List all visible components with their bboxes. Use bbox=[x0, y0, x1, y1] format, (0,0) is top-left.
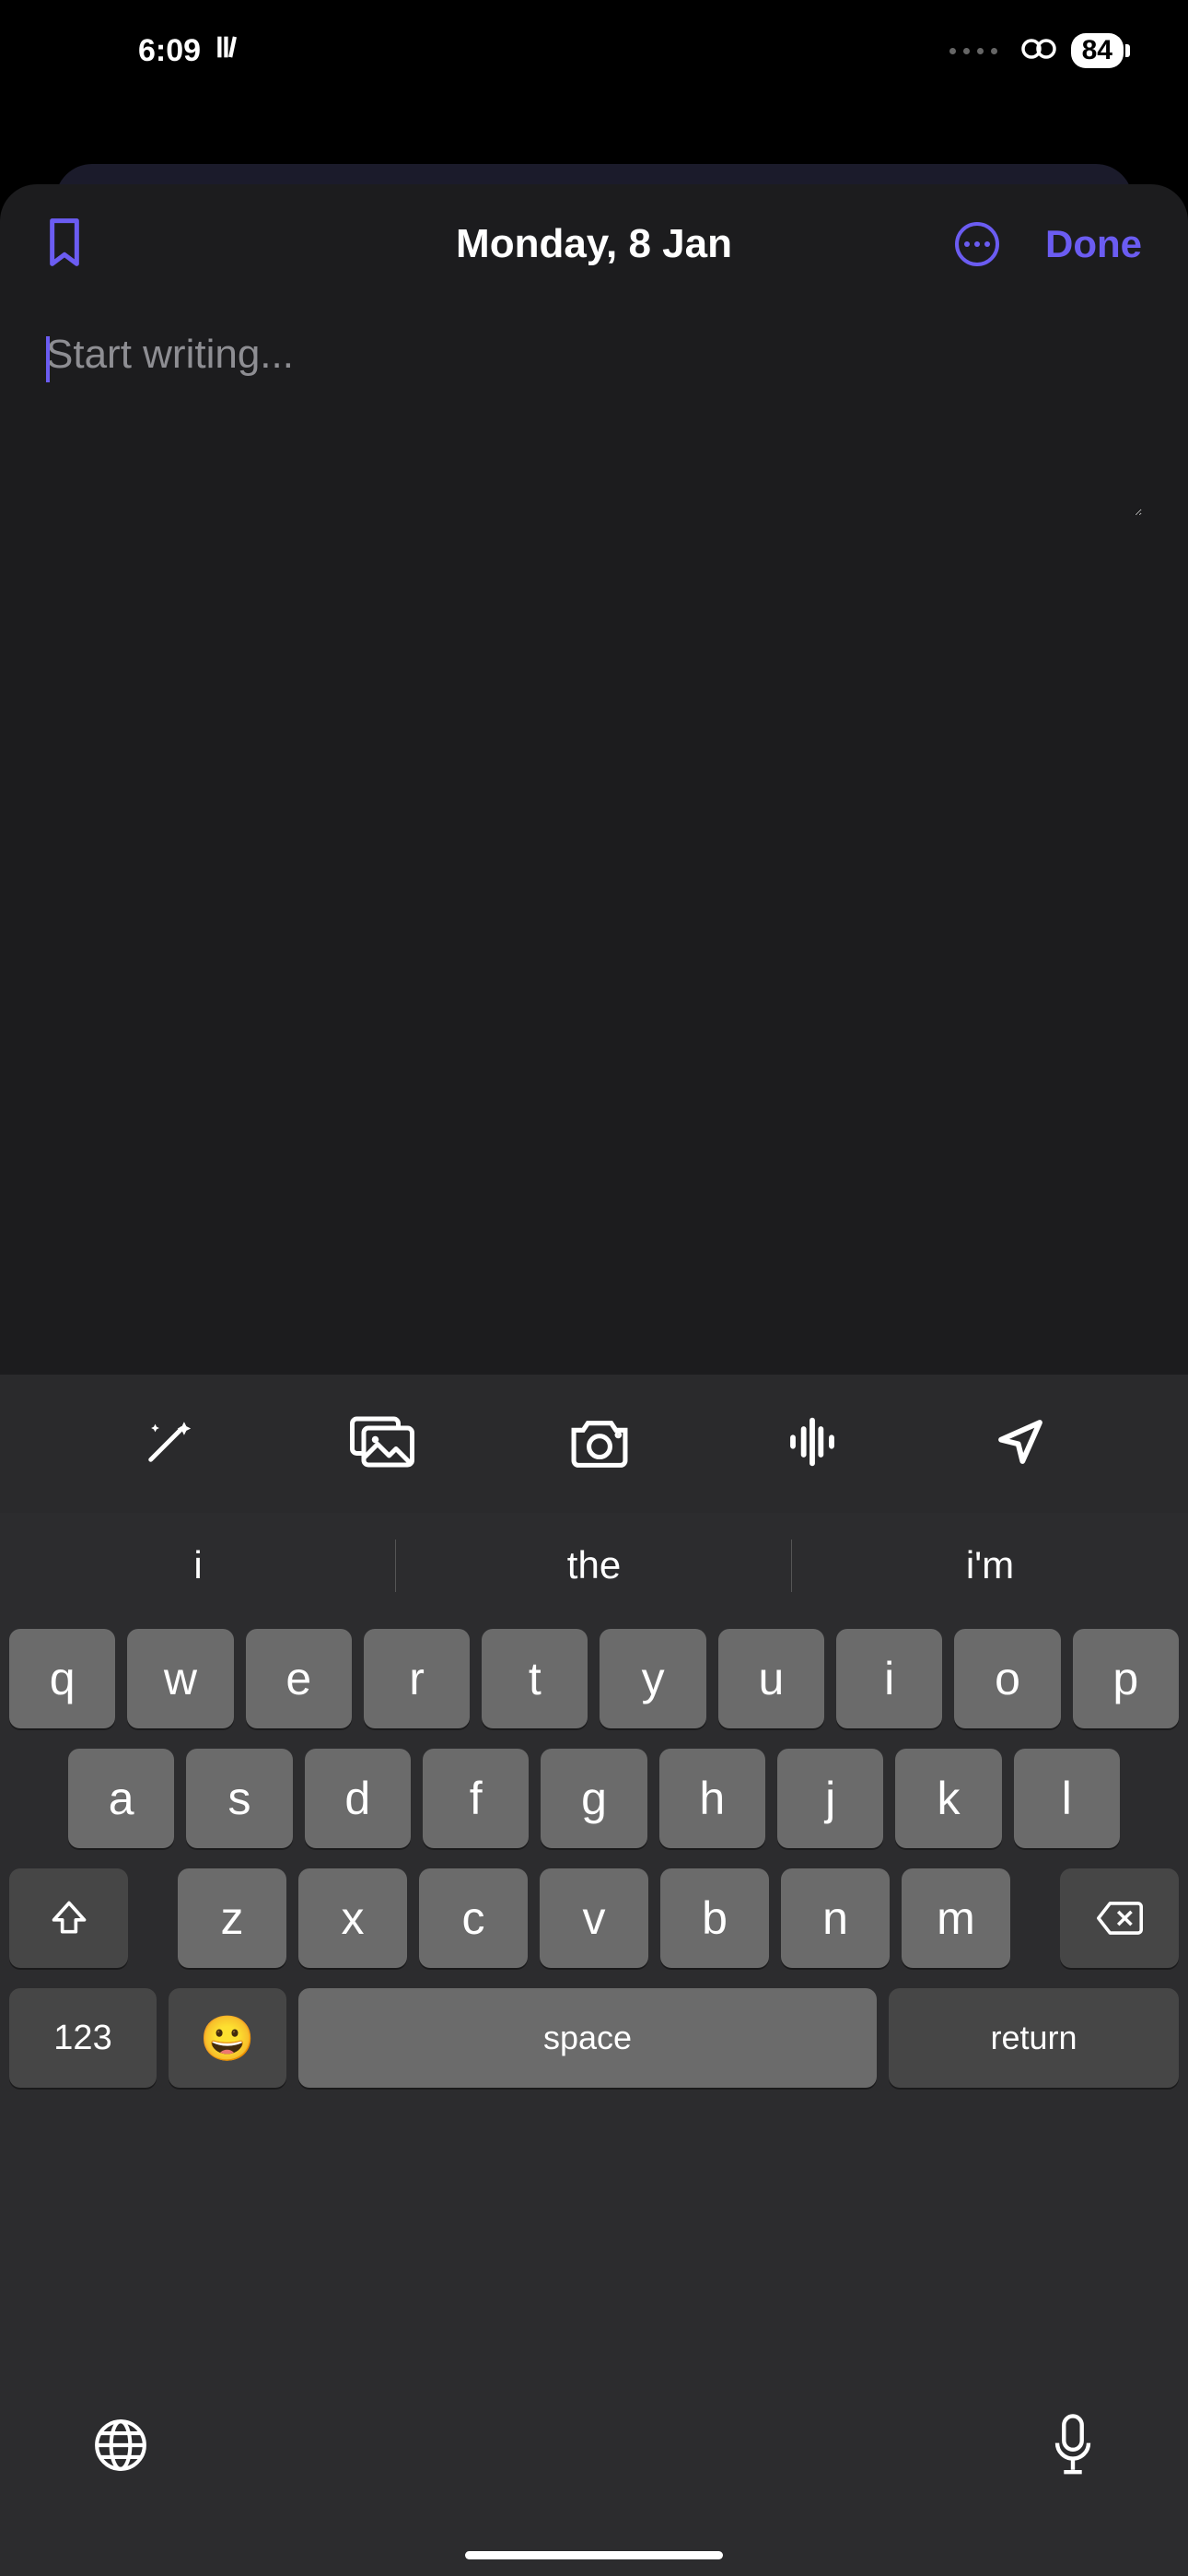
globe-icon[interactable] bbox=[92, 2417, 149, 2478]
key-i[interactable]: i bbox=[836, 1629, 942, 1728]
key-s[interactable]: s bbox=[186, 1749, 292, 1848]
key-g[interactable]: g bbox=[541, 1749, 646, 1848]
location-icon[interactable] bbox=[995, 1416, 1046, 1472]
key-j[interactable]: j bbox=[777, 1749, 883, 1848]
key-e[interactable]: e bbox=[246, 1629, 352, 1728]
suggestion-1[interactable]: i bbox=[0, 1513, 396, 1618]
battery-indicator: 84 bbox=[1071, 33, 1124, 68]
status-time: 6:09 bbox=[138, 33, 201, 69]
library-icon bbox=[214, 31, 245, 71]
key-n[interactable]: n bbox=[781, 1868, 890, 1968]
more-button[interactable] bbox=[955, 222, 999, 266]
suggestion-3[interactable]: i'm bbox=[792, 1513, 1188, 1618]
key-m[interactable]: m bbox=[902, 1868, 1010, 1968]
key-shift[interactable] bbox=[9, 1868, 128, 1968]
editor-toolbar bbox=[0, 1375, 1188, 1513]
key-y[interactable]: y bbox=[600, 1629, 705, 1728]
audio-wave-icon[interactable] bbox=[785, 1416, 840, 1472]
key-f[interactable]: f bbox=[423, 1749, 529, 1848]
key-k[interactable]: k bbox=[895, 1749, 1001, 1848]
editor-input[interactable] bbox=[46, 332, 1142, 516]
magic-icon[interactable] bbox=[142, 1415, 195, 1473]
key-x[interactable]: x bbox=[298, 1868, 407, 1968]
key-r[interactable]: r bbox=[364, 1629, 470, 1728]
page-title: Monday, 8 Jan bbox=[456, 221, 732, 267]
key-q[interactable]: q bbox=[9, 1629, 115, 1728]
key-emoji[interactable]: 😀 bbox=[169, 1988, 286, 2088]
link-icon bbox=[1019, 33, 1058, 69]
key-h[interactable]: h bbox=[659, 1749, 765, 1848]
keyboard: i the i'm q w e r t y u i o p a s d f g … bbox=[0, 1513, 1188, 2576]
pagination-dots-icon bbox=[949, 48, 997, 54]
gallery-icon[interactable] bbox=[350, 1415, 414, 1473]
key-v[interactable]: v bbox=[540, 1868, 648, 1968]
key-u[interactable]: u bbox=[718, 1629, 824, 1728]
status-bar: 6:09 84 bbox=[0, 0, 1188, 101]
key-numbers[interactable]: 123 bbox=[9, 1988, 157, 2088]
key-l[interactable]: l bbox=[1014, 1749, 1120, 1848]
key-o[interactable]: o bbox=[954, 1629, 1060, 1728]
done-button[interactable]: Done bbox=[1045, 222, 1142, 266]
nav-bar: Monday, 8 Jan Done bbox=[0, 184, 1188, 304]
key-z[interactable]: z bbox=[178, 1868, 286, 1968]
key-a[interactable]: a bbox=[68, 1749, 174, 1848]
key-return[interactable]: return bbox=[889, 1988, 1179, 2088]
suggestion-bar: i the i'm bbox=[0, 1513, 1188, 1618]
key-w[interactable]: w bbox=[127, 1629, 233, 1728]
mic-icon[interactable] bbox=[1050, 2414, 1096, 2481]
key-p[interactable]: p bbox=[1073, 1629, 1179, 1728]
camera-icon[interactable] bbox=[569, 1416, 630, 1472]
key-t[interactable]: t bbox=[482, 1629, 588, 1728]
key-b[interactable]: b bbox=[660, 1868, 769, 1968]
bookmark-icon[interactable] bbox=[46, 217, 83, 273]
key-c[interactable]: c bbox=[419, 1868, 528, 1968]
editor-area[interactable] bbox=[0, 304, 1188, 548]
key-backspace[interactable] bbox=[1060, 1868, 1179, 1968]
home-indicator[interactable] bbox=[465, 2551, 723, 2559]
suggestion-2[interactable]: the bbox=[396, 1513, 792, 1618]
text-caret bbox=[46, 336, 50, 382]
key-d[interactable]: d bbox=[305, 1749, 411, 1848]
key-space[interactable]: space bbox=[298, 1988, 877, 2088]
